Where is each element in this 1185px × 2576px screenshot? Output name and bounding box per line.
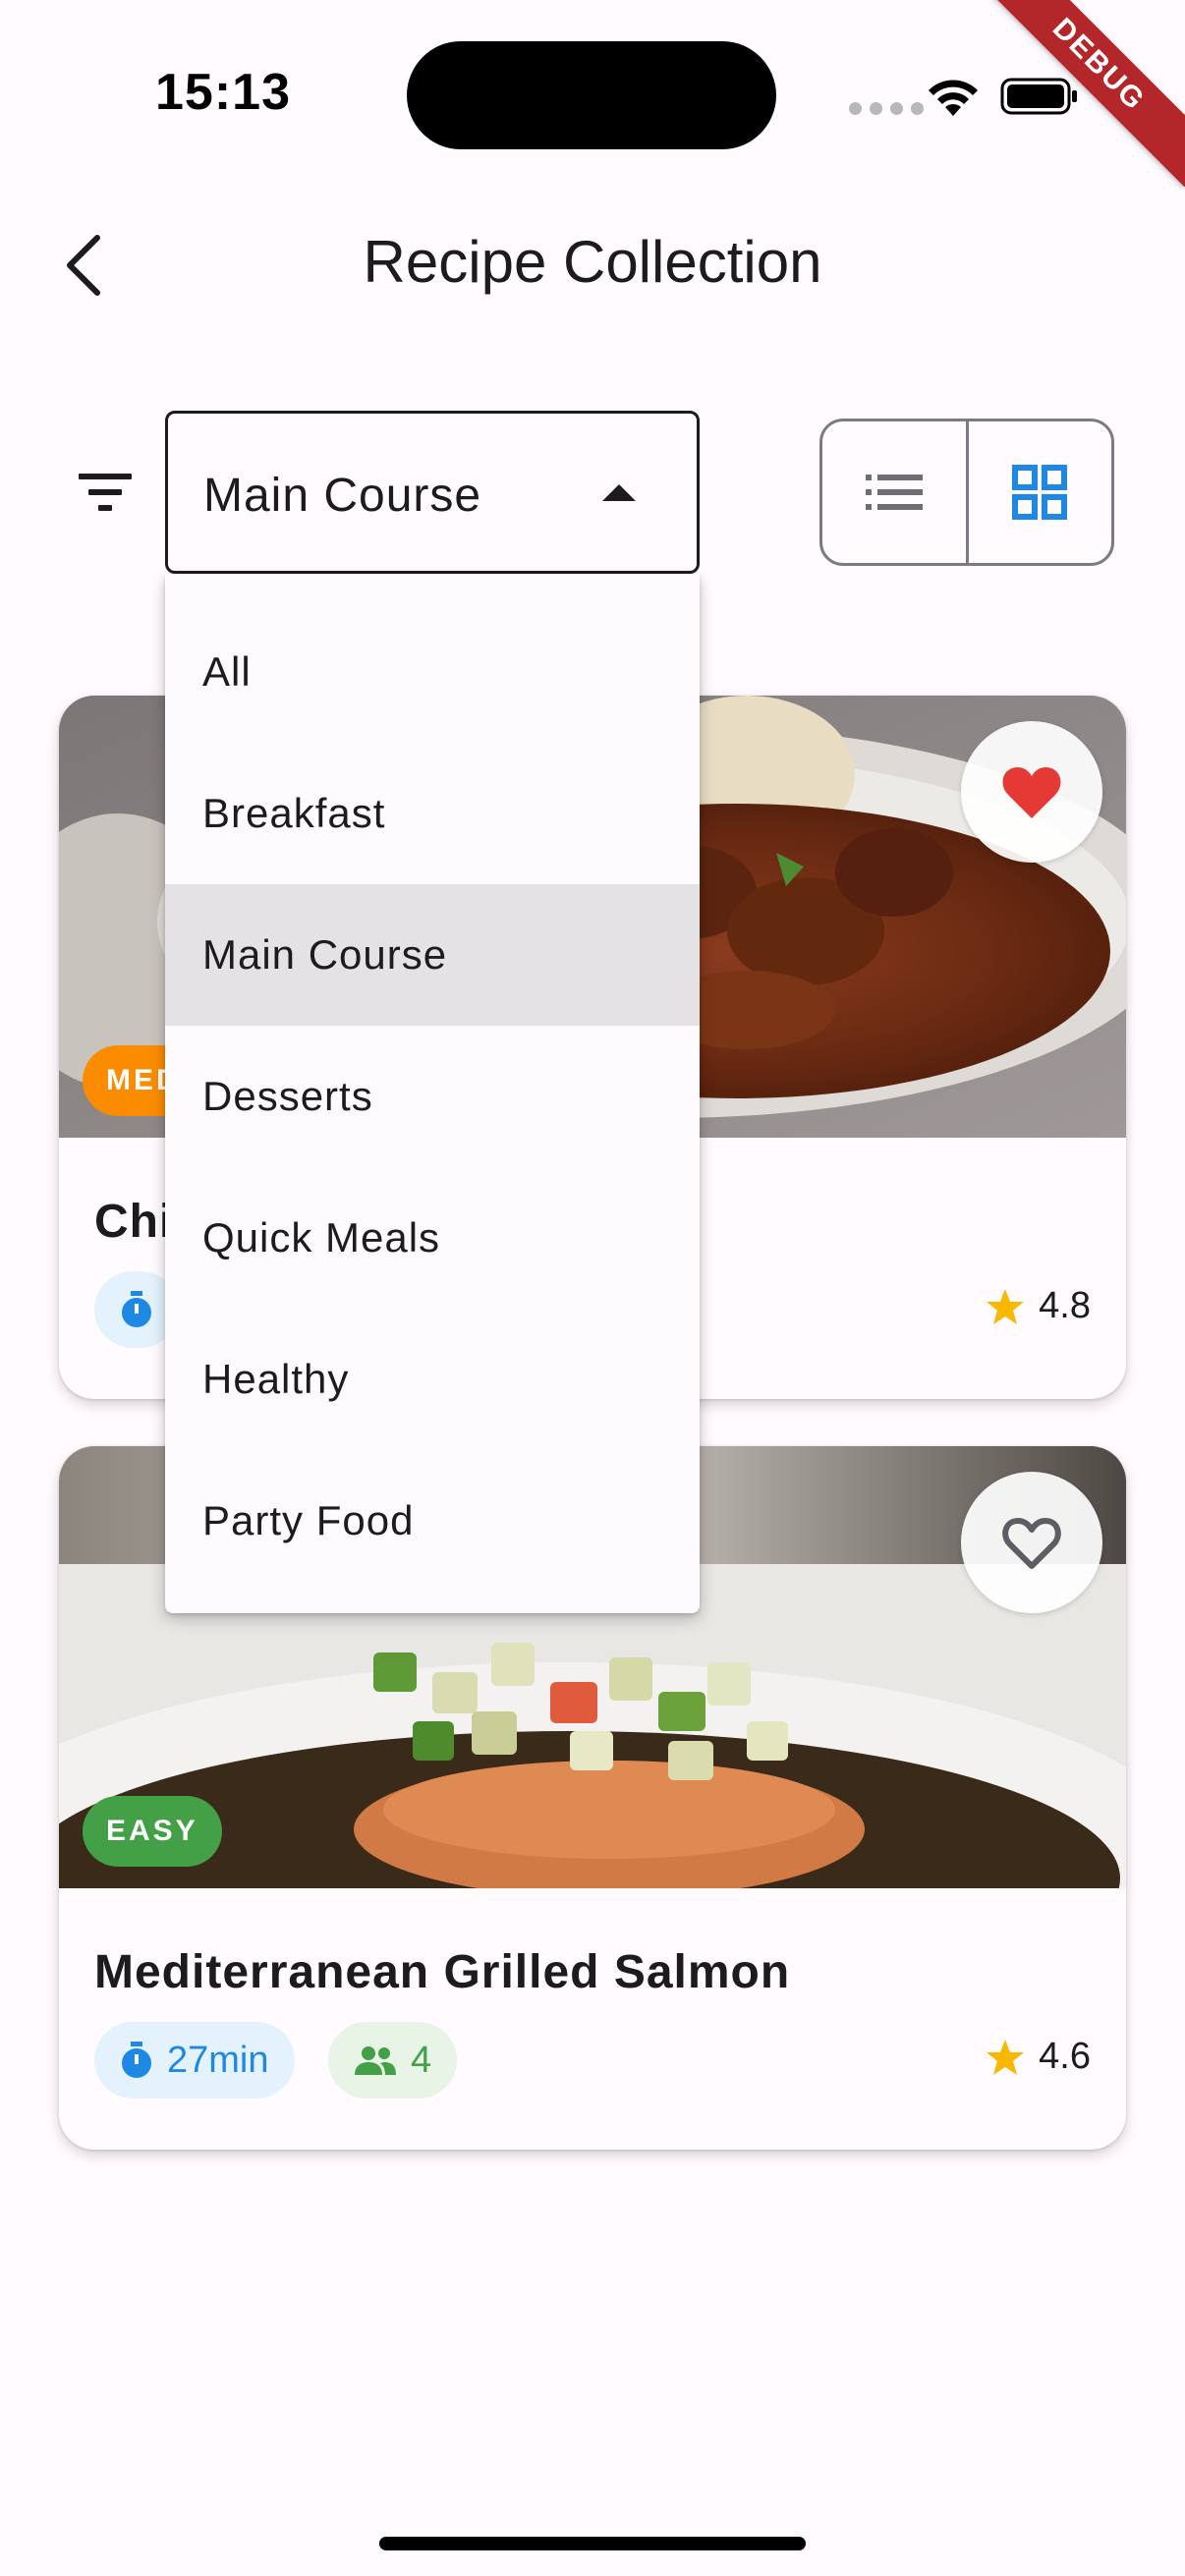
cellular-signal-icon bbox=[849, 102, 924, 115]
menu-item-desserts[interactable]: Desserts bbox=[165, 1026, 700, 1167]
rating-value: 4.6 bbox=[1039, 2036, 1091, 2077]
list-view-button[interactable] bbox=[822, 421, 966, 563]
menu-item-breakfast[interactable]: Breakfast bbox=[165, 743, 700, 884]
people-icon bbox=[355, 2046, 396, 2075]
home-indicator[interactable] bbox=[379, 2537, 806, 2550]
recipe-title: Chi bbox=[94, 1196, 174, 1248]
menu-item-all[interactable]: All bbox=[165, 601, 700, 743]
recipe-title: Mediterranean Grilled Salmon bbox=[94, 1946, 791, 1998]
caret-up-icon bbox=[602, 484, 636, 501]
rating-value: 4.8 bbox=[1039, 1285, 1091, 1326]
timer-icon bbox=[122, 1291, 151, 1327]
star-icon bbox=[987, 2039, 1025, 2075]
menu-item-party-food[interactable]: Party Food bbox=[165, 1450, 700, 1592]
wifi-icon bbox=[929, 80, 978, 116]
servings-chip: 4 bbox=[328, 2022, 458, 2099]
timer-icon bbox=[122, 2042, 151, 2078]
recipe-card-body: Mediterranean Grilled Salmon 27min 4 4.6 bbox=[59, 1888, 1126, 2150]
dynamic-island bbox=[407, 41, 776, 149]
category-menu: All Breakfast Main Course Desserts Quick… bbox=[165, 574, 700, 1613]
heart-outline-icon bbox=[1002, 1518, 1061, 1569]
cook-time-chip: 27min bbox=[94, 2022, 295, 2099]
page-title: Recipe Collection bbox=[363, 229, 822, 295]
rating: 4.8 bbox=[986, 1285, 1091, 1327]
recipe-collection-screen: 15:13 DEBUG Recipe Collection Main Cours… bbox=[0, 0, 1185, 2576]
list-icon bbox=[865, 475, 923, 510]
view-toggle bbox=[819, 419, 1114, 566]
rating: 4.6 bbox=[986, 2036, 1091, 2078]
status-time: 15:13 bbox=[155, 64, 291, 121]
favorite-button[interactable] bbox=[961, 721, 1102, 863]
menu-item-main-course[interactable]: Main Course bbox=[165, 884, 700, 1026]
grid-view-button[interactable] bbox=[965, 421, 1112, 563]
menu-item-quick-meals[interactable]: Quick Meals bbox=[165, 1167, 700, 1309]
category-dropdown-value: Main Course bbox=[203, 470, 482, 522]
difficulty-badge: EASY bbox=[83, 1796, 222, 1867]
menu-item-healthy[interactable]: Healthy bbox=[165, 1309, 700, 1450]
heart-filled-icon bbox=[1002, 767, 1061, 818]
battery-icon bbox=[1000, 78, 1077, 115]
favorite-button[interactable] bbox=[961, 1472, 1102, 1613]
grid-icon bbox=[1012, 465, 1068, 520]
filter-icon[interactable] bbox=[77, 470, 134, 515]
cook-time-value: 27min bbox=[167, 2039, 269, 2081]
star-icon bbox=[987, 1288, 1025, 1324]
servings-value: 4 bbox=[411, 2039, 432, 2081]
category-dropdown[interactable]: Main Course bbox=[165, 411, 700, 574]
